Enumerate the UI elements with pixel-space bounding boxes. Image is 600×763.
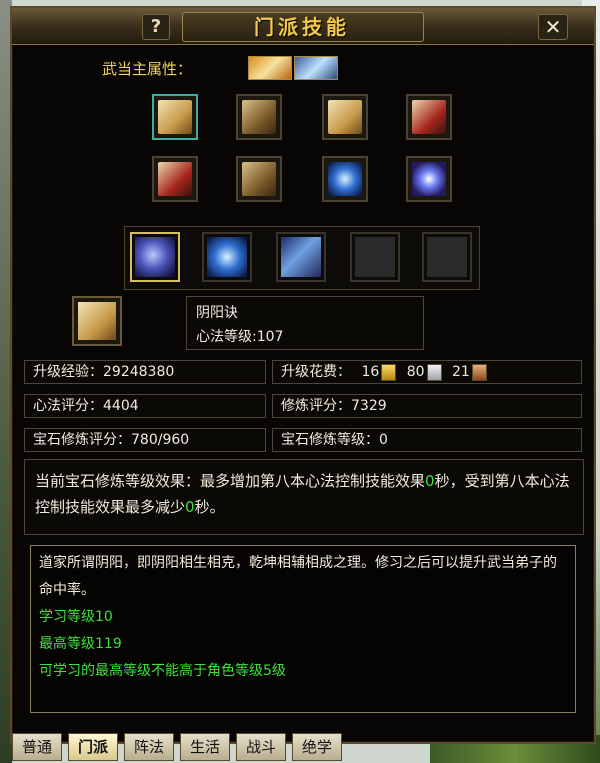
slot-blue-swirl-icon[interactable]: [202, 232, 252, 282]
main-attribute-label: 武当主属性：: [102, 60, 193, 78]
gem-effect-box: 当前宝石修炼等级效果：最多增加第八本心法控制技能效果0秒，受到第八本心法控制技能…: [24, 459, 584, 535]
tab-formation[interactable]: 阵法: [124, 733, 174, 761]
tab-normal[interactable]: 普通: [12, 733, 62, 761]
help-button[interactable]: ?: [142, 14, 170, 40]
max-level: 最高等级119: [39, 636, 122, 652]
effect-text-3: 秒。: [194, 498, 225, 516]
window-title: 门派技能: [254, 15, 350, 39]
skill-blue-book-icon[interactable]: [152, 156, 198, 202]
level-note: 可学习的最高等级不能高于角色等级5级: [39, 663, 286, 679]
tab-life[interactable]: 生活: [180, 733, 230, 761]
bronze-icon: [471, 363, 487, 381]
xiulian-score-field: 修炼评分：7329: [272, 394, 582, 418]
gold-icon: [381, 363, 397, 381]
skill-scroll-bundle-icon[interactable]: [236, 156, 282, 202]
cost-bronze-value: 21: [452, 364, 470, 380]
skill-red-book-icon[interactable]: [406, 94, 452, 140]
gem-level-field: 宝石修炼等级：0: [272, 428, 582, 452]
tab-ultimate[interactable]: 绝学: [292, 733, 342, 761]
empty-slot[interactable]: [422, 232, 472, 282]
slot-palm-icon[interactable]: [130, 232, 180, 282]
cost-silver-value: 80: [406, 364, 425, 380]
xinfa-score-field: 心法评分：4404: [24, 394, 266, 418]
silver-icon: [426, 363, 442, 381]
effect-value-1: 0: [425, 472, 435, 490]
effect-value-2: 0: [185, 498, 195, 516]
skill-scroll-icon[interactable]: [152, 94, 198, 140]
skill-galaxy-icon[interactable]: [406, 156, 452, 202]
skill-book-icon[interactable]: [236, 94, 282, 140]
learn-level: 学习等级10: [39, 609, 113, 625]
fire-attr-icon: [248, 56, 292, 80]
skill-description-box: 道家所谓阴阳，即阴阳相生相克，乾坤相辅相成之理。修习之后可以提升武当弟子的命中率…: [30, 545, 576, 713]
tab-combat[interactable]: 战斗: [236, 733, 286, 761]
cost-gold-value: 16: [361, 364, 380, 380]
upgrade-cost-label: 升级花费：: [281, 364, 351, 380]
close-button[interactable]: ✕: [538, 14, 568, 40]
selected-skill-icon[interactable]: [72, 296, 122, 346]
upgrade-exp-field: 升级经验：29248380: [24, 360, 266, 384]
skill-parchment-icon[interactable]: [322, 94, 368, 140]
empty-slot[interactable]: [350, 232, 400, 282]
skill-description: 道家所谓阴阳，即阴阳相生相克，乾坤相辅相成之理。修习之后可以提升武当弟子的命中率…: [39, 555, 557, 598]
tab-sect[interactable]: 门派: [68, 733, 118, 761]
water-attr-icon: [294, 56, 338, 80]
selected-skill-level: 心法等级:107: [196, 329, 284, 345]
effect-text-1: 当前宝石修炼等级效果：最多增加第八本心法控制技能效果: [35, 472, 426, 490]
skill-blue-tome-icon[interactable]: [322, 156, 368, 202]
selected-skill-name: 阴阳诀: [196, 305, 238, 321]
gem-score-field: 宝石修炼评分：780/960: [24, 428, 266, 452]
upgrade-cost-field: 升级花费： 16 80 21: [272, 360, 582, 384]
slot-face-moon-icon[interactable]: [276, 232, 326, 282]
